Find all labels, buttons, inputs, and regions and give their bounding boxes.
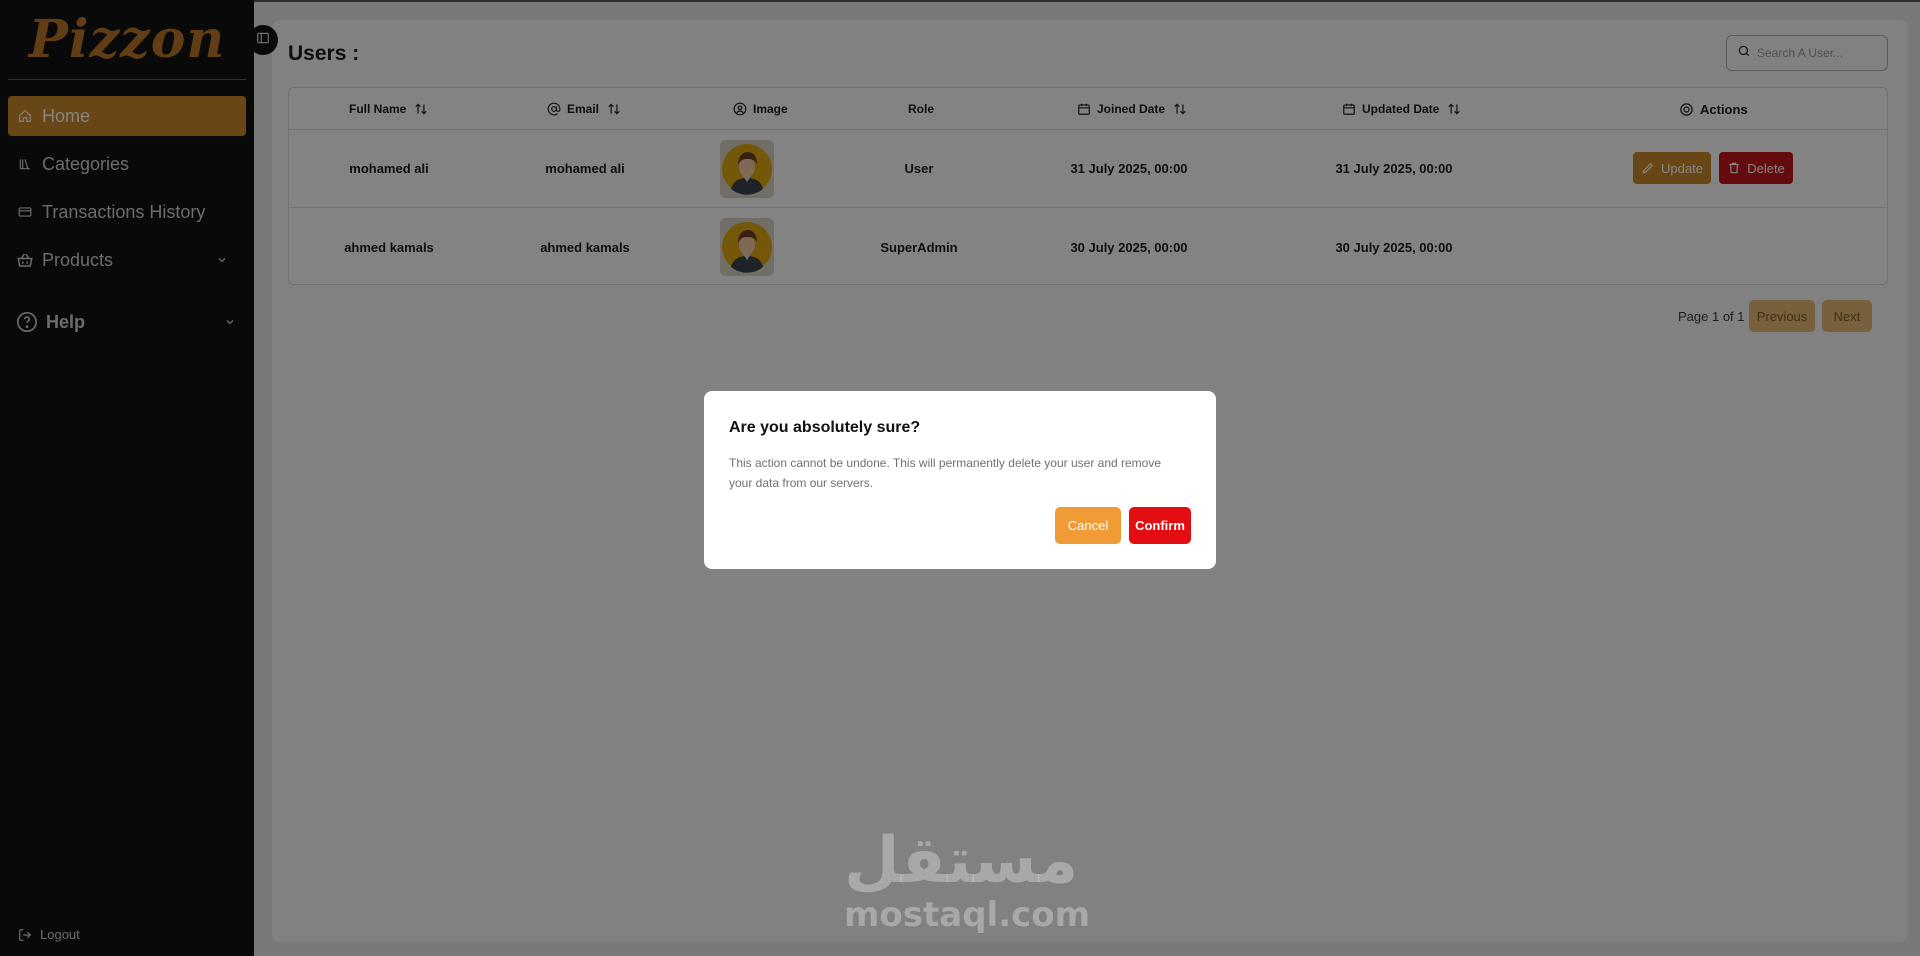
confirm-button[interactable]: Confirm — [1129, 507, 1191, 544]
dialog-description: This action cannot be undone. This will … — [729, 456, 1162, 490]
watermark-arabic: مستقل — [844, 824, 1079, 898]
cancel-button[interactable]: Cancel — [1055, 507, 1121, 544]
watermark: مستقل mostaql.com — [844, 824, 1091, 935]
watermark-latin: mostaql.com — [844, 895, 1091, 935]
dialog-title: Are you absolutely sure? — [729, 419, 921, 436]
confirm-dialog: Are you absolutely sure? This action can… — [704, 391, 1216, 569]
